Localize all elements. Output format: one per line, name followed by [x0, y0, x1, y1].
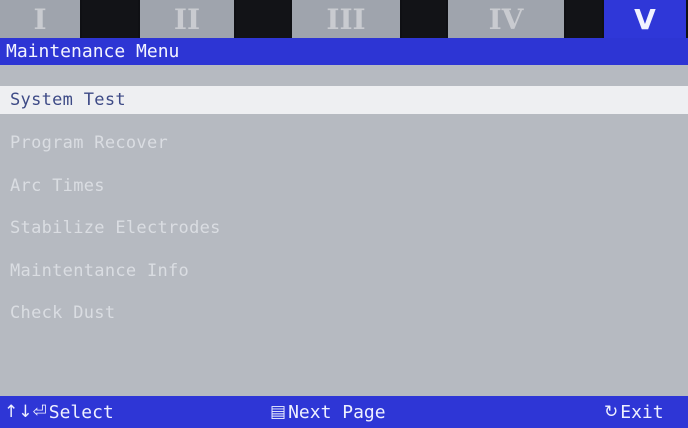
- menu-item-system-test[interactable]: System Test: [0, 86, 688, 114]
- menu-item-stabilize-electrodes[interactable]: Stabilize Electrodes: [0, 214, 688, 242]
- tab-3[interactable]: III: [292, 0, 402, 38]
- select-hint-label: Select: [48, 401, 114, 423]
- screen: I II III IV V Maintenance Menu System Te…: [0, 0, 688, 428]
- tab-separator: [236, 0, 292, 38]
- undo-icon: ↻: [604, 402, 619, 422]
- menu-item-arc-times[interactable]: Arc Times: [0, 172, 688, 200]
- menu-item-label: Stabilize Electrodes: [10, 218, 221, 238]
- menu-item-check-dust[interactable]: Check Dust: [0, 299, 688, 327]
- tab-separator: [82, 0, 140, 38]
- tab-5-label: V: [634, 2, 656, 36]
- menu-item-label: Program Recover: [10, 133, 169, 153]
- exit-hint[interactable]: ↻ Exit: [604, 396, 664, 428]
- menu-item-label: Arc Times: [10, 176, 105, 196]
- tab-5[interactable]: V: [604, 0, 688, 38]
- tab-4[interactable]: IV: [448, 0, 566, 38]
- tab-3-label: III: [326, 2, 366, 36]
- next-page-hint-label: Next Page: [288, 401, 386, 423]
- tab-bar: I II III IV V: [0, 0, 688, 38]
- tab-2[interactable]: II: [140, 0, 236, 38]
- next-page-hint[interactable]: ▤ Next Page: [270, 396, 386, 428]
- page-title: Maintenance Menu: [6, 41, 180, 62]
- menu-item-label: Maintentance Info: [10, 261, 190, 281]
- tab-separator: [402, 0, 448, 38]
- exit-hint-label: Exit: [620, 401, 664, 423]
- select-hint[interactable]: ↑↓⏎ Select: [4, 396, 114, 428]
- tab-1-label: I: [33, 2, 47, 36]
- arrows-enter-icon: ↑↓⏎: [4, 402, 47, 422]
- tab-separator: [566, 0, 604, 38]
- maintenance-menu: System Test Program Recover Arc Times St…: [0, 66, 688, 396]
- menu-item-maintenance-info[interactable]: Maintentance Info: [0, 257, 688, 285]
- menu-title-bar: Maintenance Menu: [0, 38, 688, 65]
- menu-item-label: System Test: [10, 90, 126, 110]
- menu-item-label: Check Dust: [10, 303, 116, 323]
- menu-item-program-recover[interactable]: Program Recover: [0, 129, 688, 157]
- tab-4-label: IV: [488, 2, 524, 36]
- tab-2-label: II: [173, 2, 201, 36]
- footer-hint-bar: ↑↓⏎ Select ▤ Next Page ↻ Exit: [0, 396, 688, 428]
- page-icon: ▤: [270, 402, 287, 422]
- tab-1[interactable]: I: [0, 0, 82, 38]
